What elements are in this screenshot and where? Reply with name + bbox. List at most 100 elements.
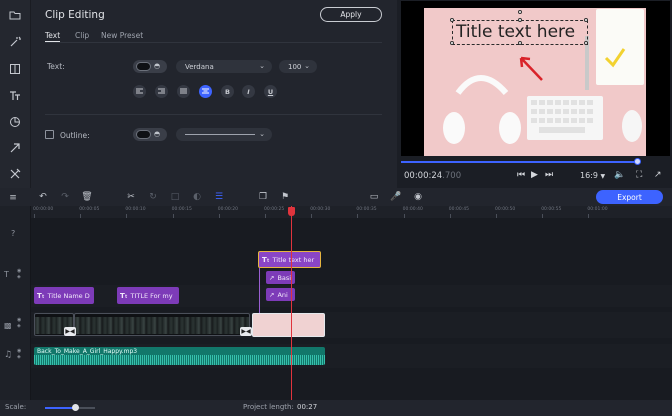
- italic-button[interactable]: I: [242, 85, 255, 98]
- tab-new-preset[interactable]: New Preset: [101, 31, 143, 40]
- undo-icon: ↶: [39, 192, 47, 202]
- rotate-button[interactable]: ↻: [147, 191, 159, 203]
- resize-handle[interactable]: [450, 18, 454, 22]
- crop-button[interactable]: □: [169, 191, 181, 203]
- track-headers: ? T ◉ ◈ ▩ ◉ ◈ ♫ ◉ ◈: [0, 206, 31, 400]
- apply-button[interactable]: Apply: [320, 7, 382, 22]
- resize-handle[interactable]: [518, 41, 522, 45]
- ruler-tick-label: 00:00:20: [217, 207, 239, 212]
- video-track-icon: ▩: [4, 321, 12, 330]
- image-clip[interactable]: [252, 313, 325, 337]
- timeline[interactable]: ? T ◉ ◈ ▩ ◉ ◈ ♫ ◉ ◈ 00:00:00 00:00:05 00:00:1…: [0, 206, 672, 400]
- align-left-button[interactable]: [133, 85, 146, 98]
- play-button[interactable]: ▶: [531, 170, 538, 180]
- color-adjust-button[interactable]: ◐: [191, 191, 203, 203]
- rotate-handle[interactable]: [518, 10, 522, 14]
- undo-button[interactable]: ↶: [37, 191, 49, 203]
- skip-forward-icon: ⏭: [545, 170, 554, 180]
- split-button[interactable]: ✂: [125, 191, 137, 203]
- title-clip-label: Title Name D: [47, 291, 90, 300]
- align-center-button[interactable]: [199, 85, 212, 98]
- record-screen-button[interactable]: ▭: [368, 191, 380, 203]
- font-size-value: 100: [288, 62, 302, 71]
- scale-slider-fill: [45, 407, 75, 409]
- font-size-select[interactable]: 100 ⌄: [279, 60, 317, 73]
- skip-forward-button[interactable]: ⏭: [545, 170, 553, 180]
- trash-icon: 🗑: [81, 192, 93, 202]
- title-clip-icon: Tₜ: [262, 255, 270, 264]
- transition-marker[interactable]: ▶◀: [240, 327, 252, 336]
- redo-button[interactable]: ↷: [59, 191, 71, 203]
- justify-button[interactable]: [177, 85, 190, 98]
- export-button[interactable]: Export: [596, 190, 663, 204]
- sliders-icon: ☰: [214, 192, 224, 202]
- fullscreen-button[interactable]: ⛶: [636, 170, 642, 180]
- align-right-icon: [158, 88, 165, 94]
- tools-icon: [10, 168, 21, 179]
- playhead-handle[interactable]: [288, 207, 295, 216]
- sidebar-stickers-button[interactable]: [3, 112, 27, 132]
- audio-clip[interactable]: Back_To_Make_A_Girl_Happy.mp3: [34, 347, 325, 365]
- preview-video[interactable]: Title text here: [401, 1, 670, 156]
- video-clip[interactable]: [74, 313, 250, 336]
- resize-handle[interactable]: [584, 18, 588, 22]
- detach-preview-button[interactable]: ↗: [654, 170, 662, 180]
- bold-button[interactable]: B: [221, 85, 234, 98]
- playhead-line[interactable]: [291, 206, 292, 400]
- align-right-button[interactable]: [155, 85, 168, 98]
- scale-slider-thumb[interactable]: [72, 404, 79, 411]
- outline-checkbox[interactable]: [45, 130, 54, 139]
- seek-thumb[interactable]: [634, 158, 641, 165]
- track-visibility-icon[interactable]: ◉ ◈: [17, 268, 21, 280]
- title-text-box[interactable]: Title text here: [450, 10, 588, 45]
- add-track-button[interactable]: ≡: [7, 192, 19, 204]
- aspect-ratio-select[interactable]: 16:9 ▼: [580, 171, 605, 180]
- webcam-icon: ◉: [414, 192, 422, 202]
- title-clip[interactable]: Tₜ TITLE For my: [117, 287, 179, 304]
- resize-handle[interactable]: [450, 41, 454, 45]
- seek-bar[interactable]: [401, 161, 638, 163]
- resize-handle[interactable]: [584, 41, 588, 45]
- record-webcam-button[interactable]: ◉: [412, 191, 424, 203]
- outline-color-toggle[interactable]: ◓: [133, 128, 167, 141]
- sidebar-transitions-button[interactable]: [3, 59, 27, 79]
- title-clip-selected[interactable]: Tₜ Title text her: [258, 251, 321, 268]
- tab-clip[interactable]: Clip: [75, 31, 89, 40]
- time-ruler[interactable]: 00:00:00 00:00:05 00:00:10 00:00:15 00:00:20…: [31, 206, 672, 218]
- volume-button[interactable]: 🔈: [614, 170, 625, 180]
- current-timecode: 00:00:24.700: [404, 171, 461, 181]
- sidebar-callouts-button[interactable]: [3, 138, 27, 158]
- sidebar-titles-button[interactable]: [3, 86, 27, 106]
- text-color-toggle[interactable]: ◓: [133, 60, 167, 73]
- record-audio-button[interactable]: 🎤: [390, 191, 402, 203]
- ruler-tick-label: 00:00:10: [125, 207, 146, 212]
- sidebar-more-tools-button[interactable]: [3, 164, 27, 184]
- ruler-tick-label: 00:00:00: [33, 207, 54, 212]
- timecode-frames: .700: [442, 171, 462, 181]
- preview-player: Title text here 00:00:24.700 ⏮ ▶ ⏭ 16:9 …: [398, 0, 672, 188]
- underline-button[interactable]: U: [264, 85, 277, 98]
- transition-marker[interactable]: ▶◀: [64, 327, 76, 336]
- color-swatch: [136, 62, 151, 71]
- title-clip-label: TITLE For my: [130, 291, 173, 300]
- track-mute-icon[interactable]: ◉ ◈: [17, 317, 21, 329]
- video-editor-window: Clip Editing Apply Text Clip New Preset …: [0, 0, 672, 416]
- outline-style-select[interactable]: ⌄: [176, 128, 272, 141]
- skip-back-button[interactable]: ⏮: [517, 170, 525, 180]
- clip-properties-button[interactable]: ☰: [213, 191, 225, 203]
- ruler-tick: [34, 214, 35, 218]
- resize-handle[interactable]: [518, 18, 522, 22]
- picture-in-picture-button[interactable]: ❐: [257, 191, 269, 203]
- external-window-icon: ↗: [654, 170, 662, 180]
- add-marker-button[interactable]: ⚑: [279, 191, 291, 203]
- font-select[interactable]: Verdana ⌄: [176, 60, 272, 73]
- play-icon: ▶: [531, 170, 538, 180]
- animation-icon: ↗: [269, 290, 275, 299]
- title-clip[interactable]: Tₜ Title Name D: [34, 287, 94, 304]
- delete-button[interactable]: 🗑: [81, 191, 93, 203]
- tab-text[interactable]: Text: [45, 31, 60, 40]
- sidebar-filters-button[interactable]: [3, 32, 27, 52]
- ruler-tick: [449, 214, 451, 218]
- sidebar-import-button[interactable]: [3, 5, 27, 25]
- audio-track-mute-icon[interactable]: ◉ ◈: [17, 348, 21, 360]
